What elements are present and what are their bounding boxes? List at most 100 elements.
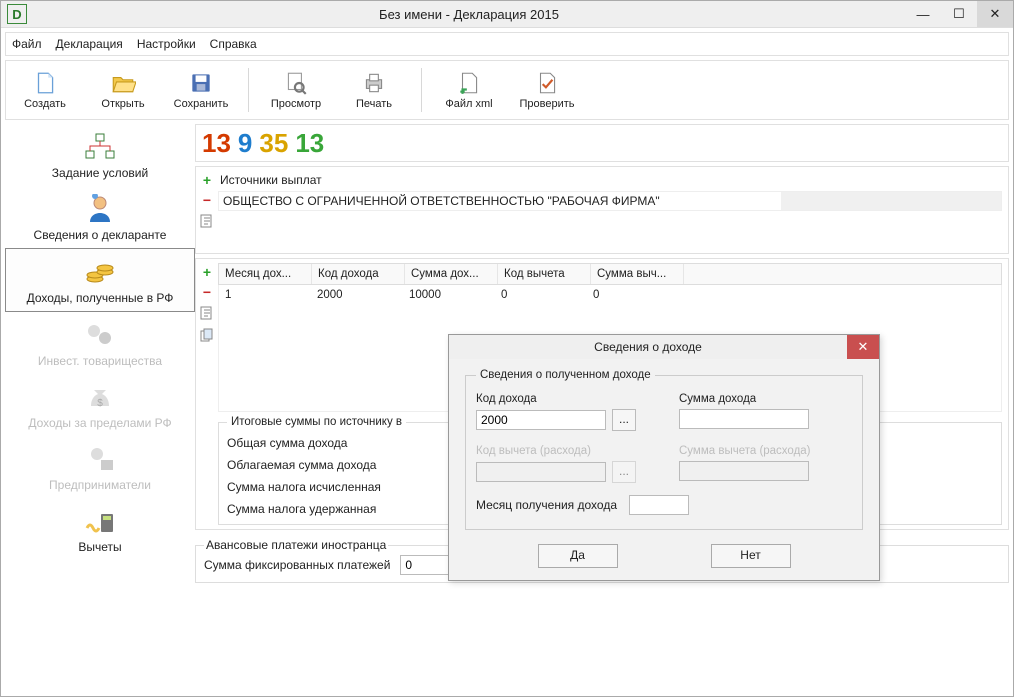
toolbar: Создать Открыть Сохранить Просмотр Печат… bbox=[5, 60, 1009, 120]
income-remove-button[interactable]: − bbox=[203, 285, 211, 299]
advance-legend: Авансовые платежи иностранца bbox=[204, 538, 388, 552]
nav-sidebar: Задание условий Сведения о декларанте До… bbox=[5, 124, 195, 696]
dialog-title: Сведения о доходе bbox=[449, 340, 847, 354]
briefcase-icon bbox=[83, 444, 117, 474]
rate-tab-35[interactable]: 35 bbox=[259, 128, 288, 159]
save-icon bbox=[188, 70, 214, 96]
rate-tab-13a[interactable]: 13 bbox=[202, 128, 231, 159]
xml-file-icon bbox=[456, 70, 482, 96]
income-copy-button[interactable] bbox=[199, 327, 215, 343]
deduct-sum-input bbox=[679, 461, 809, 481]
svg-text:$: $ bbox=[97, 398, 103, 409]
source-add-button[interactable]: + bbox=[203, 173, 211, 187]
nav-foreign: $ Доходы за пределами РФ bbox=[5, 374, 195, 436]
col-income-code[interactable]: Код дохода bbox=[312, 264, 405, 284]
cell-income-code: 2000 bbox=[311, 285, 403, 305]
col-month[interactable]: Месяц дох... bbox=[219, 264, 312, 284]
tool-save-label: Сохранить bbox=[174, 98, 229, 110]
menu-settings[interactable]: Настройки bbox=[137, 37, 196, 51]
nav-declarant[interactable]: Сведения о декларанте bbox=[5, 186, 195, 248]
tool-open-label: Открыть bbox=[101, 98, 144, 110]
income-fields-group: Сведения о полученном доходе Код дохода … bbox=[465, 369, 863, 530]
tool-preview-label: Просмотр bbox=[271, 98, 321, 110]
col-deduct-code[interactable]: Код вычета bbox=[498, 264, 591, 284]
cell-deduct-code: 0 bbox=[495, 285, 587, 305]
source-row[interactable]: ОБЩЕСТВО С ОГРАНИЧЕННОЙ ОТВЕТСТВЕННОСТЬЮ… bbox=[218, 191, 1002, 211]
titlebar: D Без имени - Декларация 2015 — ☐ ✕ bbox=[1, 1, 1013, 28]
cell-month: 1 bbox=[219, 285, 311, 305]
tool-create[interactable]: Создать bbox=[6, 66, 84, 114]
nav-declarant-label: Сведения о декларанте bbox=[34, 228, 167, 242]
income-table-header: Месяц дох... Код дохода Сумма дох... Код… bbox=[218, 263, 1002, 285]
window-controls: — ☐ ✕ bbox=[905, 1, 1013, 27]
preview-icon bbox=[283, 70, 309, 96]
income-code-input[interactable] bbox=[476, 410, 606, 430]
folder-open-icon bbox=[110, 70, 136, 96]
tool-create-label: Создать bbox=[24, 98, 66, 110]
nav-income-rf-label: Доходы, полученные в РФ bbox=[27, 291, 174, 305]
deduct-code-label: Код вычета (расхода) bbox=[476, 445, 649, 457]
print-icon bbox=[361, 70, 387, 96]
menu-declaration[interactable]: Декларация bbox=[56, 37, 123, 51]
app-icon: D bbox=[7, 4, 27, 24]
income-dialog: Сведения о доходе ✕ Сведения о полученно… bbox=[448, 334, 880, 581]
income-add-button[interactable]: + bbox=[203, 265, 211, 279]
income-sum-label: Сумма дохода bbox=[679, 393, 852, 405]
cell-deduct-sum: 0 bbox=[587, 285, 679, 305]
menubar: Файл Декларация Настройки Справка bbox=[5, 32, 1009, 56]
minimize-button[interactable]: — bbox=[905, 1, 941, 27]
sources-panel: + − Источники выплат ОБЩЕСТВО С ОГРАНИЧЕ… bbox=[195, 166, 1009, 254]
nav-conditions-label: Задание условий bbox=[52, 166, 148, 180]
nav-deductions[interactable]: Вычеты bbox=[5, 498, 195, 560]
calculator-icon bbox=[83, 506, 117, 536]
moneybag-icon: $ bbox=[83, 382, 117, 412]
tool-check[interactable]: Проверить bbox=[508, 66, 586, 114]
income-edit-button[interactable] bbox=[199, 305, 215, 321]
table-row[interactable]: 1 2000 10000 0 0 bbox=[219, 285, 1001, 305]
nav-invest-label: Инвест. товарищества bbox=[38, 354, 162, 368]
menu-help[interactable]: Справка bbox=[210, 37, 257, 51]
nav-foreign-label: Доходы за пределами РФ bbox=[28, 416, 171, 430]
income-sum-input[interactable] bbox=[679, 409, 809, 429]
col-income-sum[interactable]: Сумма дох... bbox=[405, 264, 498, 284]
tool-xml-label: Файл xml bbox=[445, 98, 492, 110]
rate-tabs: 13 9 35 13 bbox=[195, 124, 1009, 162]
rate-tab-9[interactable]: 9 bbox=[238, 128, 252, 159]
window-title: Без имени - Декларация 2015 bbox=[33, 7, 905, 22]
dialog-close-button[interactable]: ✕ bbox=[847, 335, 879, 359]
dialog-yes-button[interactable]: Да bbox=[538, 544, 618, 568]
tool-check-label: Проверить bbox=[519, 98, 574, 110]
month-label: Месяц получения дохода bbox=[476, 498, 617, 512]
nav-invest: Инвест. товарищества bbox=[5, 312, 195, 374]
rate-tab-13b[interactable]: 13 bbox=[295, 128, 324, 159]
nav-entrepreneur: Предприниматели bbox=[5, 436, 195, 498]
deduct-code-picker: ... bbox=[612, 461, 636, 483]
tool-print-label: Печать bbox=[356, 98, 392, 110]
nav-conditions[interactable]: Задание условий bbox=[5, 124, 195, 186]
totals-legend: Итоговые суммы по источнику в bbox=[227, 416, 406, 428]
person-icon bbox=[83, 194, 117, 224]
tool-preview[interactable]: Просмотр bbox=[257, 66, 335, 114]
nav-deductions-label: Вычеты bbox=[78, 540, 121, 554]
maximize-button[interactable]: ☐ bbox=[941, 1, 977, 27]
dialog-no-button[interactable]: Нет bbox=[711, 544, 791, 568]
tool-print[interactable]: Печать bbox=[335, 66, 413, 114]
advance-label: Сумма фиксированных платежей bbox=[204, 558, 390, 572]
deduct-code-input bbox=[476, 462, 606, 482]
col-deduct-sum[interactable]: Сумма выч... bbox=[591, 264, 684, 284]
nav-income-rf[interactable]: Доходы, полученные в РФ bbox=[5, 248, 195, 312]
menu-file[interactable]: Файл bbox=[12, 37, 42, 51]
income-group-legend: Сведения о полученном доходе bbox=[476, 369, 655, 381]
income-code-picker[interactable]: ... bbox=[612, 409, 636, 431]
close-button[interactable]: ✕ bbox=[977, 1, 1013, 27]
income-code-label: Код дохода bbox=[476, 393, 649, 405]
check-file-icon bbox=[534, 70, 560, 96]
month-input[interactable] bbox=[629, 495, 689, 515]
new-file-icon bbox=[32, 70, 58, 96]
tool-xml[interactable]: Файл xml bbox=[430, 66, 508, 114]
tool-open[interactable]: Открыть bbox=[84, 66, 162, 114]
tool-save[interactable]: Сохранить bbox=[162, 66, 240, 114]
source-edit-button[interactable] bbox=[199, 213, 215, 229]
nav-entrepreneur-label: Предприниматели bbox=[49, 478, 151, 492]
source-remove-button[interactable]: − bbox=[203, 193, 211, 207]
